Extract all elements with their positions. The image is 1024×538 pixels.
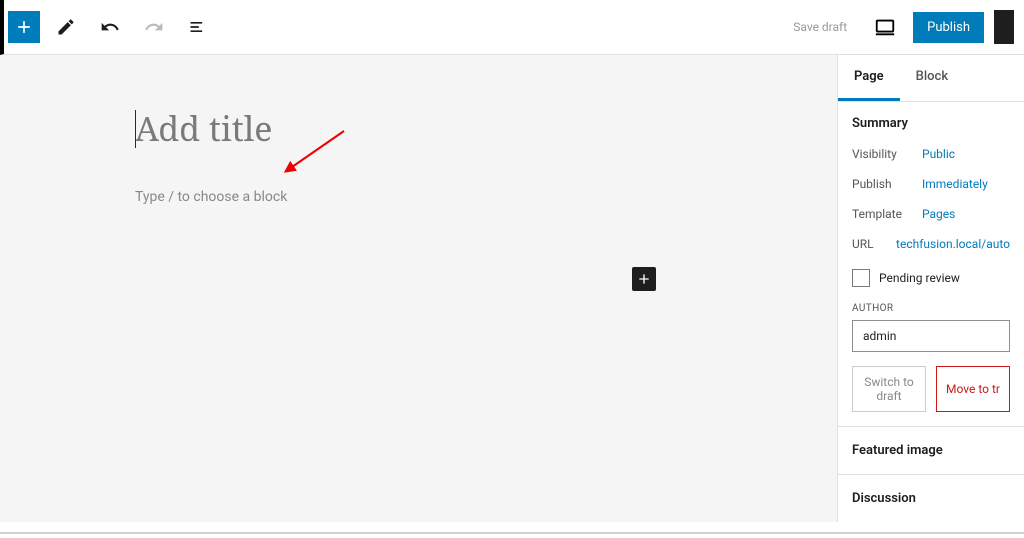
add-block-button[interactable]: [8, 11, 40, 43]
tab-block[interactable]: Block: [900, 55, 964, 101]
preview-icon[interactable]: [867, 9, 903, 45]
document-outline-icon[interactable]: [180, 9, 216, 45]
publish-label: Publish: [852, 177, 922, 191]
pending-review-label: Pending review: [879, 271, 960, 285]
author-select[interactable]: admin: [852, 320, 1010, 352]
switch-to-draft-button[interactable]: Switch to draft: [852, 366, 926, 412]
sidebar-tabs: Page Block: [838, 55, 1024, 102]
discussion-panel[interactable]: Discussion: [838, 475, 1024, 522]
editor-toolbar: Save draft Publish: [0, 0, 1024, 55]
tab-page[interactable]: Page: [838, 55, 900, 101]
toolbar-left: [8, 9, 216, 45]
main-area: Type / to choose a block Page Block Summ…: [0, 55, 1024, 522]
url-value[interactable]: techfusion.local/auto: [896, 237, 1010, 251]
visibility-row: Visibility Public: [852, 139, 1010, 169]
title-input[interactable]: [135, 105, 635, 151]
template-value[interactable]: Pages: [922, 207, 955, 221]
author-label: AUTHOR: [852, 303, 1010, 314]
block-placeholder[interactable]: Type / to choose a block: [135, 189, 837, 205]
add-block-inline-button[interactable]: [632, 267, 656, 291]
save-draft-button[interactable]: Save draft: [783, 14, 857, 40]
toolbar-right: Save draft Publish: [783, 9, 1014, 45]
publish-value[interactable]: Immediately: [922, 177, 988, 191]
pending-review-checkbox[interactable]: [852, 269, 870, 287]
url-label: URL: [852, 237, 896, 251]
editor-canvas[interactable]: Type / to choose a block: [0, 55, 837, 522]
publish-row: Publish Immediately: [852, 169, 1010, 199]
visibility-label: Visibility: [852, 147, 922, 161]
summary-panel: Summary Visibility Public Publish Immedi…: [838, 102, 1024, 427]
template-label: Template: [852, 207, 922, 221]
pending-review-row: Pending review: [852, 259, 1010, 291]
edit-tool-icon[interactable]: [48, 9, 84, 45]
url-row: URL techfusion.local/auto: [852, 229, 1010, 259]
bottom-border: [0, 532, 1024, 534]
settings-sidebar: Page Block Summary Visibility Public Pub…: [837, 55, 1024, 522]
move-to-trash-button[interactable]: Move to tr: [936, 366, 1010, 412]
publish-button[interactable]: Publish: [913, 12, 984, 43]
template-row: Template Pages: [852, 199, 1010, 229]
redo-icon[interactable]: [136, 9, 172, 45]
visibility-value[interactable]: Public: [922, 147, 955, 161]
summary-heading: Summary: [852, 116, 1010, 131]
featured-image-panel[interactable]: Featured image: [838, 427, 1024, 475]
undo-icon[interactable]: [92, 9, 128, 45]
text-cursor: [135, 110, 136, 148]
settings-icon[interactable]: [994, 10, 1014, 44]
action-buttons: Switch to draft Move to tr: [852, 366, 1010, 412]
